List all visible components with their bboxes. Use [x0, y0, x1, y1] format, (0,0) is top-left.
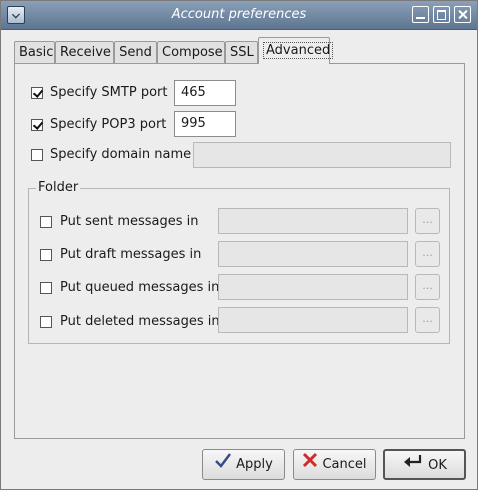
tab-label: Advanced [263, 42, 334, 59]
ok-button-label: OK [428, 458, 447, 473]
domain-name-checkbox[interactable] [31, 149, 43, 161]
draft-folder-field[interactable] [218, 241, 408, 267]
deleted-folder-browse-button[interactable]: ... [415, 307, 440, 333]
domain-name-field[interactable] [193, 142, 451, 168]
queued-folder-label: Put queued messages in [60, 280, 220, 295]
queued-folder-browse-button[interactable]: ... [415, 274, 440, 300]
smtp-port-checkbox[interactable] [31, 87, 43, 99]
tab-send[interactable]: Send [114, 41, 157, 63]
tab-label: Basic [19, 45, 54, 60]
checkmark-icon [214, 450, 232, 479]
folder-frame-label: Folder [36, 180, 81, 195]
smtp-port-label: Specify SMTP port [50, 85, 168, 100]
draft-folder-checkbox[interactable] [40, 249, 52, 261]
tab-label: Compose [162, 45, 223, 60]
apply-button-label: Apply [236, 457, 273, 472]
cancel-button[interactable]: Cancel [293, 449, 376, 480]
red-x-icon [302, 450, 318, 479]
tab-receive[interactable]: Receive [55, 41, 114, 63]
tab-basic[interactable]: Basic [14, 41, 55, 63]
pop3-port-label: Specify POP3 port [50, 117, 167, 132]
tab-label: SSL [230, 45, 254, 60]
title-bar[interactable]: Account preferences [1, 1, 477, 30]
draft-folder-browse-button[interactable]: ... [415, 241, 440, 267]
queued-folder-checkbox[interactable] [40, 282, 52, 294]
ok-button[interactable]: OK [383, 449, 466, 480]
queued-folder-field[interactable] [218, 274, 408, 300]
window-title: Account preferences [171, 7, 307, 22]
deleted-folder-label: Put deleted messages in [60, 314, 220, 329]
apply-button[interactable]: Apply [202, 449, 285, 480]
domain-name-label: Specify domain name [50, 147, 192, 162]
sent-folder-checkbox[interactable] [40, 216, 52, 228]
maximize-button[interactable] [433, 6, 450, 23]
sent-folder-browse-button[interactable]: ... [415, 208, 440, 234]
tab-label: Receive [60, 45, 111, 60]
sent-folder-field[interactable] [218, 208, 408, 234]
cancel-button-label: Cancel [322, 457, 367, 472]
sent-folder-label: Put sent messages in [60, 214, 199, 229]
pop3-port-checkbox[interactable] [31, 119, 43, 131]
tab-ssl[interactable]: SSL [225, 41, 258, 63]
tab-compose[interactable]: Compose [157, 41, 225, 63]
tab-advanced[interactable]: Advanced [258, 37, 334, 64]
deleted-folder-field[interactable] [218, 307, 408, 333]
account-preferences-window: Account preferences Basic Receive Send C… [0, 0, 478, 490]
close-button[interactable] [454, 6, 471, 23]
minimize-button[interactable] [412, 6, 429, 23]
smtp-port-field[interactable]: 465 [174, 80, 236, 106]
pop3-port-field[interactable]: 995 [174, 111, 236, 137]
enter-arrow-icon [402, 451, 424, 480]
draft-folder-label: Put draft messages in [60, 247, 202, 262]
tab-label: Send [119, 45, 152, 60]
deleted-folder-checkbox[interactable] [40, 316, 52, 328]
